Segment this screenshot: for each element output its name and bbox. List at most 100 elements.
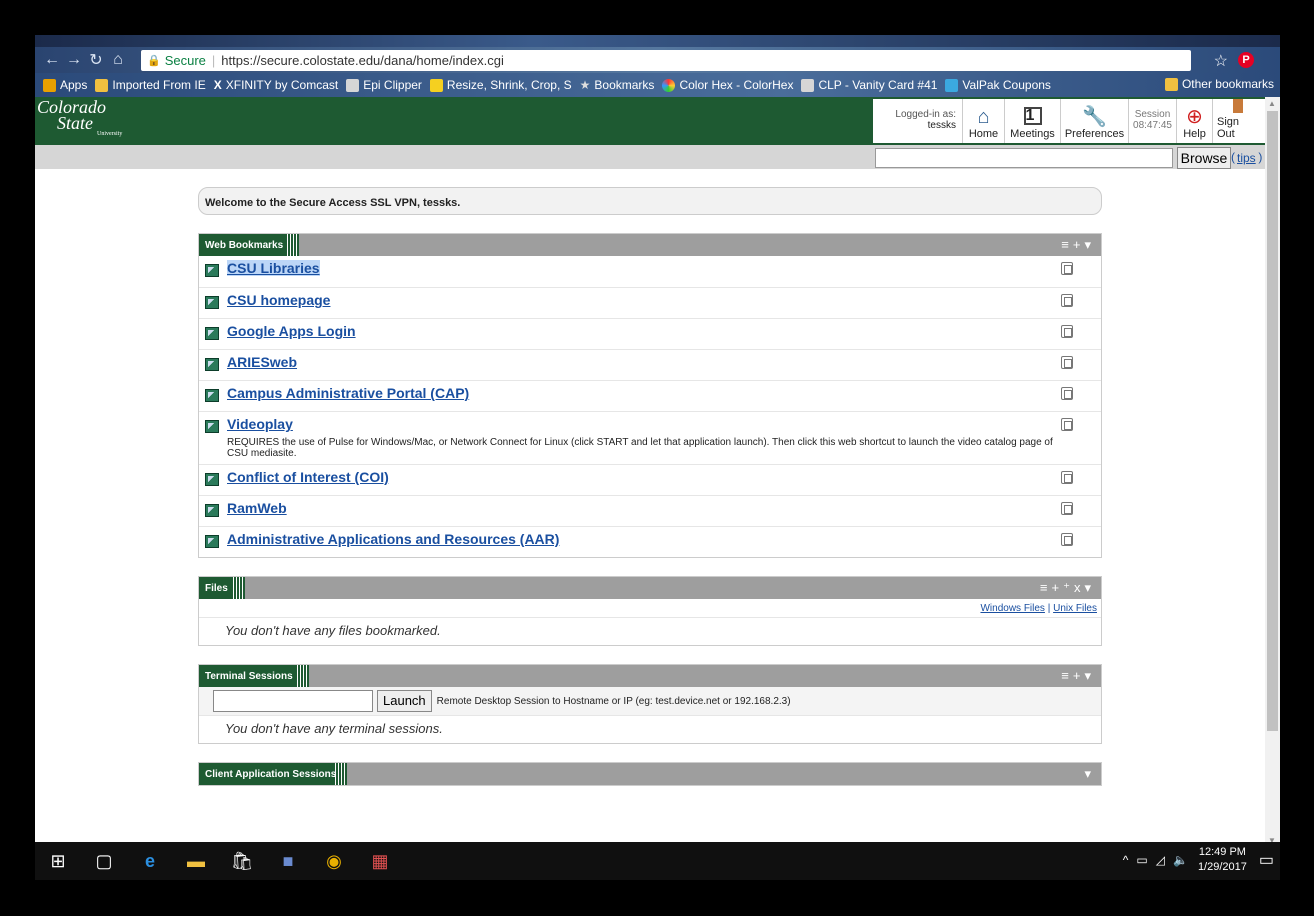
panel-header: Terminal Sessions ≡+▾ — [199, 665, 1101, 687]
panel-header: Files ≡+⁺x▾ — [199, 577, 1101, 599]
open-new-window-icon[interactable] — [1061, 418, 1073, 431]
preferences-label: Preferences — [1064, 128, 1125, 140]
lifebuoy-icon: ⊕ — [1186, 106, 1203, 128]
bookmark-link[interactable]: Conflict of Interest (COI) — [227, 469, 389, 485]
bookmark-link[interactable]: Google Apps Login — [227, 323, 356, 339]
panel-tools[interactable]: ▾ — [1084, 766, 1095, 782]
meetings-button[interactable]: 1 Meetings — [1005, 99, 1061, 143]
page-content: Colorado State University Logged-in as: … — [35, 97, 1265, 847]
battery-icon[interactable]: ▭ — [1136, 853, 1147, 867]
open-new-window-icon[interactable] — [1061, 533, 1073, 546]
open-new-window-icon[interactable] — [1061, 356, 1073, 369]
page-icon — [346, 78, 360, 92]
file-explorer-icon[interactable]: ▬ — [173, 851, 219, 872]
preferences-button[interactable]: 🔧 Preferences — [1061, 99, 1129, 143]
address-input[interactable]: 🔒 Secure | https://secure.colostate.edu/… — [141, 50, 1191, 71]
panel-tools[interactable]: ≡+▾ — [1061, 668, 1095, 684]
session-time: 08:47:45 — [1133, 119, 1172, 131]
pinterest-icon[interactable]: P — [1238, 52, 1254, 68]
panel-tools[interactable]: ≡+▾ — [1061, 237, 1095, 253]
bookmark-link[interactable]: Videoplay — [227, 416, 293, 432]
web-bookmark-icon — [205, 473, 219, 486]
app-icon[interactable]: ■ — [265, 851, 311, 872]
open-new-window-icon[interactable] — [1061, 262, 1073, 275]
open-new-window-icon[interactable] — [1061, 471, 1073, 484]
panel-grip — [233, 577, 245, 599]
browse-button[interactable]: Browse — [1177, 147, 1231, 169]
welcome-message: Welcome to the Secure Access SSL VPN, te… — [198, 187, 1102, 215]
home-browser-icon[interactable]: ⌂ — [107, 51, 129, 69]
sign-out-label: Sign Out — [1217, 116, 1240, 140]
bookmark-label: Apps — [60, 78, 88, 92]
open-new-window-icon[interactable] — [1061, 387, 1073, 400]
hostname-input[interactable] — [213, 690, 373, 712]
task-view-icon[interactable]: ▢ — [81, 851, 127, 872]
bookmark-link[interactable]: RamWeb — [227, 500, 287, 516]
web-bookmarks-panel: Web Bookmarks ≡+▾ CSU Libraries CSU home… — [198, 233, 1102, 558]
bookmark-apps[interactable]: Apps — [43, 78, 87, 92]
files-link-separator: | — [1044, 603, 1054, 614]
panel-header: Client Application Sessions ▾ — [199, 763, 1101, 785]
notification-icon[interactable]: ▭ — [1259, 850, 1274, 870]
wifi-icon[interactable]: ◿ — [1156, 853, 1165, 867]
bookmark-label: CLP - Vanity Card #41 — [818, 78, 938, 92]
files-empty-message: You don't have any files bookmarked. — [199, 617, 1101, 645]
other-bookmarks[interactable]: Other bookmarks — [1164, 77, 1274, 91]
help-label: Help — [1183, 128, 1206, 140]
bookmark-link[interactable]: Administrative Applications and Resource… — [227, 531, 559, 547]
forward-icon[interactable]: → — [63, 51, 85, 69]
bookmark-xfinity[interactable]: X XFINITY by Comcast — [214, 78, 339, 92]
volume-icon[interactable]: 🔈 — [1173, 853, 1188, 867]
bookmark-link[interactable]: ARIESweb — [227, 354, 297, 370]
open-new-window-icon[interactable] — [1061, 502, 1073, 515]
panel-tools[interactable]: ≡+⁺x▾ — [1040, 580, 1095, 596]
home-label: Home — [968, 128, 999, 140]
edge-icon[interactable]: e — [127, 851, 173, 872]
panel-title: Terminal Sessions — [199, 665, 299, 687]
scroll-up-icon[interactable]: ▲ — [1268, 99, 1276, 108]
page-scrollbar[interactable]: ▲ ▼ — [1265, 97, 1280, 847]
windows-files-link[interactable]: Windows Files — [980, 603, 1044, 614]
panel-header: Web Bookmarks ≡+▾ — [199, 234, 1101, 256]
help-button[interactable]: ⊕ Help — [1177, 99, 1213, 143]
clock[interactable]: 12:49 PM 1/29/2017 — [1198, 845, 1247, 875]
bookmark-imported-from-ie[interactable]: Imported From IE — [95, 78, 206, 92]
terminal-sessions-panel: Terminal Sessions ≡+▾ Launch Remote Desk… — [198, 664, 1102, 744]
bookmark-valpak[interactable]: ValPak Coupons — [945, 78, 1051, 92]
bookmark-link[interactable]: CSU homepage — [227, 292, 330, 308]
bookmark-description: REQUIRES the use of Pulse for Windows/Ma… — [227, 437, 1053, 459]
secure-label: Secure — [164, 53, 206, 68]
header-band: Colorado State University Logged-in as: … — [35, 97, 1265, 145]
bookmark-star-icon[interactable]: ☆ — [1214, 51, 1228, 71]
bookmark-label: Epi Clipper — [363, 78, 422, 92]
bookmark-resize[interactable]: Resize, Shrink, Crop, S — [429, 78, 572, 92]
scroll-thumb[interactable] — [1267, 111, 1278, 731]
bookmark-bookmarks[interactable]: ★ Bookmarks — [580, 78, 655, 92]
sign-out-button[interactable]: Sign Out — [1213, 99, 1263, 143]
open-new-window-icon[interactable] — [1061, 325, 1073, 338]
logged-in-user: tessks — [927, 119, 956, 131]
home-button[interactable]: ⌂ Home — [963, 99, 1005, 143]
calculator-icon[interactable]: ▦ — [357, 851, 403, 872]
reload-icon[interactable]: ↻ — [85, 50, 107, 70]
bookmark-epi-clipper[interactable]: Epi Clipper — [346, 78, 422, 92]
windows-start-icon[interactable]: ⊞ — [35, 851, 81, 872]
terminal-launch-row: Launch Remote Desktop Session to Hostnam… — [199, 687, 1101, 715]
panel-title: Client Application Sessions — [199, 763, 343, 785]
browse-url-input[interactable] — [875, 148, 1173, 168]
panel-title: Files — [199, 577, 234, 599]
launch-button[interactable]: Launch — [377, 690, 432, 712]
address-separator: | — [211, 53, 216, 68]
tray-chevron-icon[interactable]: ^ — [1123, 853, 1129, 867]
store-icon[interactable]: 🛍 — [219, 851, 265, 872]
chrome-icon[interactable]: ◉ — [311, 851, 357, 872]
open-new-window-icon[interactable] — [1061, 294, 1073, 307]
bookmark-link[interactable]: CSU Libraries — [227, 260, 320, 276]
bookmark-clp-vanity[interactable]: CLP - Vanity Card #41 — [801, 78, 937, 92]
unix-files-link[interactable]: Unix Files — [1053, 603, 1097, 614]
bookmark-link[interactable]: Campus Administrative Portal (CAP) — [227, 385, 469, 401]
bookmark-color-hex[interactable]: Color Hex - ColorHex — [662, 78, 793, 92]
back-icon[interactable]: ← — [41, 51, 63, 69]
tips-link[interactable]: tips — [1237, 151, 1256, 165]
list-item: ARIESweb — [199, 349, 1101, 380]
